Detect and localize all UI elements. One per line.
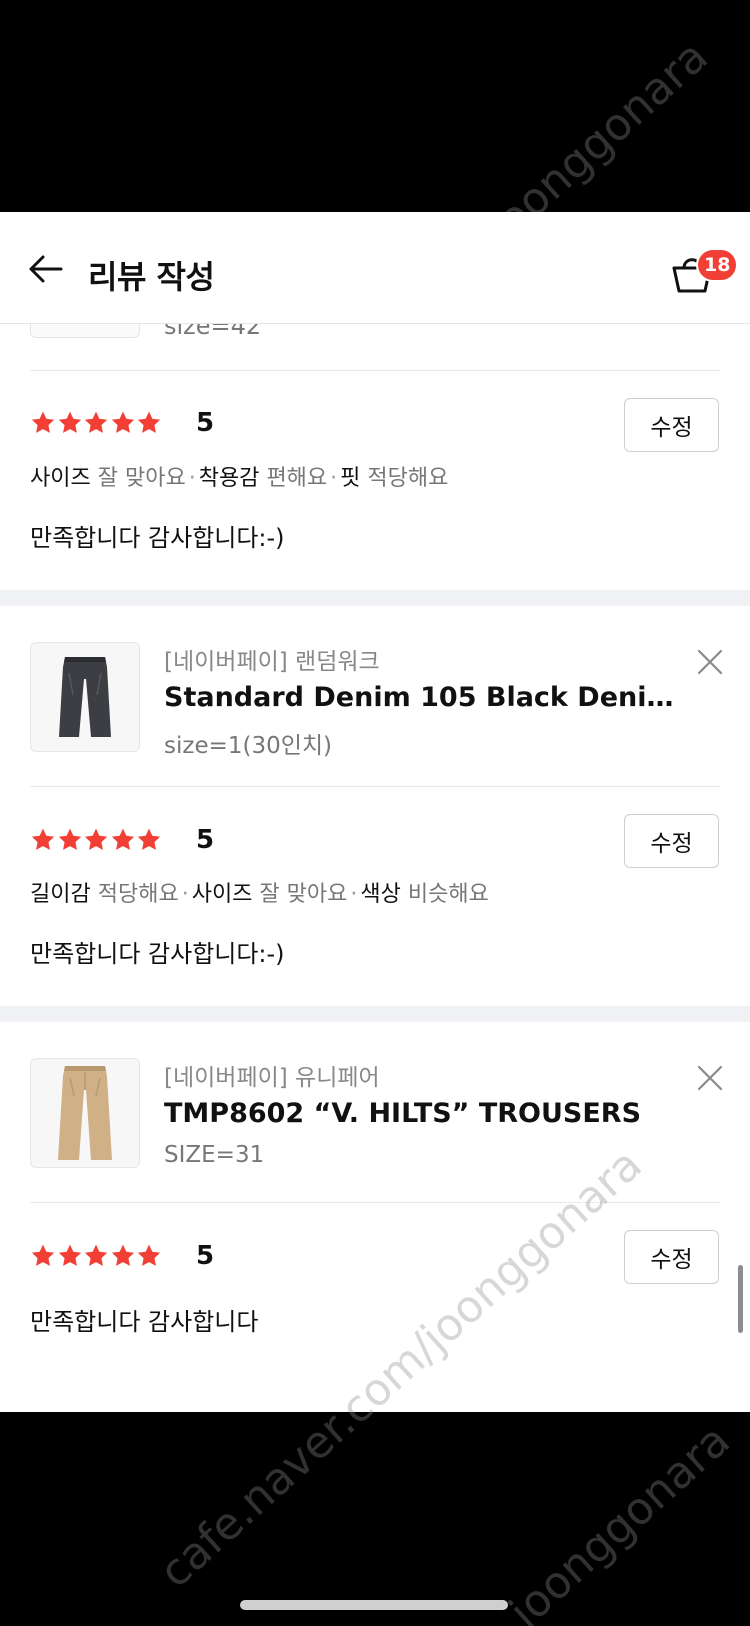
close-icon[interactable]	[694, 1062, 726, 1094]
page-title: 리뷰 작성	[88, 258, 215, 296]
product-size: size=1(30인치)	[164, 733, 333, 759]
attribute-key: 색상	[360, 882, 401, 907]
star-rating	[30, 1243, 163, 1269]
star-icon	[58, 411, 81, 433]
star-icon	[58, 828, 81, 850]
attribute-key: 사이즈	[191, 882, 253, 907]
edit-review-button[interactable]: 수정	[624, 398, 719, 452]
rating-value: 5	[196, 825, 215, 855]
product-name[interactable]: TMP8602 “V. HILTS” TROUSERS	[164, 1098, 674, 1129]
star-rating	[30, 827, 163, 853]
shop-name: [네이버페이] 유니페어	[164, 1065, 380, 1091]
star-icon	[84, 828, 108, 850]
star-icon	[111, 828, 134, 850]
shop-name: [네이버페이] 랜덤워크	[164, 649, 380, 675]
separator-dot: ·	[350, 882, 358, 907]
review-attributes: 사이즈 잘 맞아요 · 착용감 편해요 · 핏 적당해요	[30, 460, 448, 492]
attribute-value: 잘 맞아요	[259, 882, 348, 907]
star-icon	[31, 1244, 55, 1266]
attribute-value: 적당해요	[367, 466, 449, 491]
review-text: 만족합니다 감사합니다:-)	[30, 524, 285, 552]
rating-value: 5	[196, 1241, 215, 1271]
review-text: 만족합니다 감사합니다:-)	[30, 940, 285, 968]
divider	[30, 786, 720, 787]
star-icon	[111, 411, 134, 433]
product-name[interactable]: Standard Denim 105 Black Denim St...	[164, 682, 674, 713]
star-icon	[31, 411, 55, 433]
separator-dot: ·	[181, 882, 189, 907]
review-write-screen: 리뷰 작성 18 size=42 5 수정 사이즈 잘 맞아요 · 착용감 편해요 ·…	[0, 212, 750, 1412]
separator-dot: ·	[188, 466, 196, 491]
attribute-key: 핏	[340, 466, 361, 491]
arrow-left-icon	[29, 255, 63, 283]
bottom-blackout	[0, 1412, 750, 1626]
attribute-value: 적당해요	[97, 882, 179, 907]
back-button[interactable]	[24, 248, 66, 290]
review-list: size=42 5 수정 사이즈 잘 맞아요 · 착용감 편해요 · 핏 적당해요 만족…	[0, 302, 750, 1412]
star-icon	[137, 828, 161, 850]
beige-trousers-image	[58, 1066, 112, 1160]
product-thumbnail[interactable]	[30, 1058, 140, 1168]
star-icon	[58, 1244, 81, 1266]
star-icon	[84, 1244, 108, 1266]
rating-value: 5	[196, 408, 215, 438]
star-icon	[137, 1244, 161, 1266]
review-text: 만족합니다 감사합니다	[30, 1308, 259, 1336]
section-separator	[0, 1006, 750, 1022]
attribute-key: 길이감	[30, 882, 91, 907]
star-icon	[31, 828, 55, 850]
black-denim-jeans-image	[59, 657, 111, 737]
cart-count-badge: 18	[696, 248, 739, 282]
separator-dot: ·	[330, 466, 338, 491]
star-icon	[84, 411, 108, 433]
home-indicator[interactable]	[240, 1600, 508, 1610]
section-separator	[0, 590, 750, 606]
attribute-key: 사이즈	[30, 466, 91, 491]
divider	[30, 1202, 720, 1203]
close-icon[interactable]	[694, 646, 726, 678]
divider	[30, 370, 720, 371]
edit-review-button[interactable]: 수정	[624, 814, 719, 868]
product-size: SIZE=31	[164, 1142, 265, 1168]
status-area-blackout	[0, 0, 750, 212]
star-icon	[137, 411, 161, 433]
product-thumbnail[interactable]	[30, 642, 140, 752]
attribute-value: 편해요	[266, 466, 328, 491]
attribute-value: 잘 맞아요	[97, 466, 186, 491]
scrollbar[interactable]	[738, 1265, 743, 1333]
app-header: 리뷰 작성 18	[0, 212, 750, 324]
star-rating	[30, 410, 163, 436]
star-icon	[111, 1244, 134, 1266]
attribute-value: 비슷해요	[407, 882, 489, 907]
edit-review-button[interactable]: 수정	[624, 1230, 719, 1284]
review-attributes: 길이감 적당해요 · 사이즈 잘 맞아요 · 색상 비슷해요	[30, 876, 489, 908]
attribute-key: 착용감	[198, 466, 260, 491]
